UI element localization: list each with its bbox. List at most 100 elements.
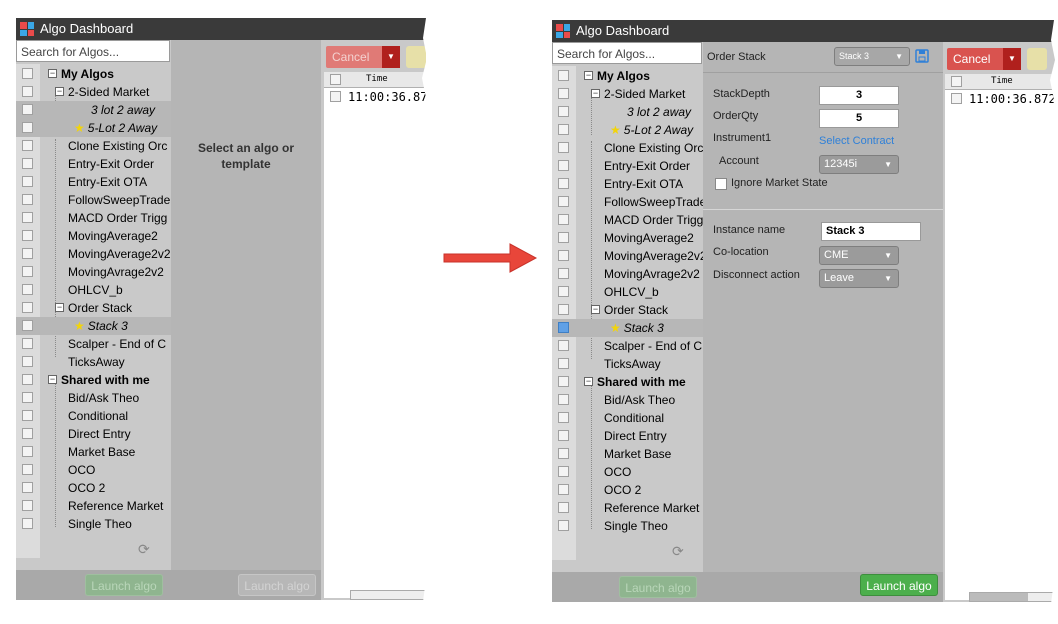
tree-item-bidask[interactable]: Bid/Ask Theo bbox=[16, 389, 171, 407]
row-checkbox[interactable] bbox=[22, 392, 33, 403]
scrollbar[interactable] bbox=[350, 590, 426, 600]
row-checkbox[interactable] bbox=[558, 376, 569, 387]
row-checkbox[interactable] bbox=[558, 106, 569, 117]
row-checkbox[interactable] bbox=[22, 230, 33, 241]
disconnect-action-select[interactable]: Leave ▼ bbox=[819, 269, 899, 288]
collapse-icon[interactable]: − bbox=[591, 305, 600, 314]
row-checkbox[interactable] bbox=[558, 88, 569, 99]
row-checkbox[interactable] bbox=[951, 93, 962, 104]
row-checkbox[interactable] bbox=[558, 484, 569, 495]
collapse-icon[interactable]: − bbox=[55, 303, 64, 312]
tree-item-market-base[interactable]: Market Base bbox=[552, 445, 707, 463]
tree-item-entry-exit-ota[interactable]: Entry-Exit OTA bbox=[16, 173, 171, 191]
row-checkbox[interactable] bbox=[558, 142, 569, 153]
row-checkbox[interactable] bbox=[22, 248, 33, 259]
tree-item-order-stack[interactable]: − Order Stack bbox=[552, 301, 707, 319]
tree-item-oco[interactable]: OCO bbox=[16, 461, 171, 479]
row-checkbox[interactable] bbox=[558, 160, 569, 171]
row-checkbox[interactable] bbox=[558, 448, 569, 459]
search-input[interactable]: Search for Algos... bbox=[552, 42, 702, 64]
tree-item-scalper[interactable]: Scalper - End of C bbox=[552, 337, 707, 355]
tree-item-oco[interactable]: OCO bbox=[552, 463, 707, 481]
row-checkbox[interactable] bbox=[558, 358, 569, 369]
tree-item-reference[interactable]: Reference Market bbox=[16, 497, 171, 515]
tree-item-stack-3[interactable]: ★ Stack 3 bbox=[552, 319, 707, 337]
row-checkbox[interactable] bbox=[558, 178, 569, 189]
tree-item-direct[interactable]: Direct Entry bbox=[552, 427, 707, 445]
tree-item-ticksaway[interactable]: TicksAway bbox=[16, 353, 171, 371]
row-checkbox[interactable] bbox=[558, 250, 569, 261]
row-checkbox[interactable] bbox=[22, 446, 33, 457]
colocation-select[interactable]: CME ▼ bbox=[819, 246, 899, 265]
tree-item-ohlcv[interactable]: OHLCV_b bbox=[16, 281, 171, 299]
collapse-icon[interactable]: − bbox=[591, 89, 600, 98]
tree-item-5-lot-2-away[interactable]: ★ 5-Lot 2 Away bbox=[552, 121, 707, 139]
tree-item-single-theo[interactable]: Single Theo bbox=[552, 517, 707, 535]
stack-select[interactable]: Stack 3 ▼ bbox=[834, 47, 910, 66]
orderqty-input[interactable]: 5 bbox=[819, 109, 899, 128]
table-row[interactable]: 11:00:36.872 bbox=[945, 90, 1058, 108]
row-checkbox[interactable] bbox=[558, 322, 569, 333]
row-checkbox[interactable] bbox=[558, 520, 569, 531]
scrollbar[interactable] bbox=[969, 592, 1058, 602]
row-checkbox[interactable] bbox=[558, 394, 569, 405]
row-checkbox[interactable] bbox=[558, 286, 569, 297]
search-input[interactable]: Search for Algos... bbox=[16, 40, 170, 62]
launch-algo-button[interactable]: Launch algo bbox=[85, 574, 163, 596]
tree-item-5-lot-2-away[interactable]: ★ 5-Lot 2 Away bbox=[16, 119, 171, 137]
tree-item-scalper[interactable]: Scalper - End of C bbox=[16, 335, 171, 353]
tree-item-entry-exit[interactable]: Entry-Exit Order bbox=[552, 157, 707, 175]
instance-name-input[interactable]: Stack 3 bbox=[821, 222, 921, 241]
ignore-market-state-checkbox[interactable] bbox=[715, 178, 727, 190]
row-checkbox[interactable] bbox=[22, 356, 33, 367]
tree-group-my-algos[interactable]: − My Algos bbox=[16, 65, 171, 83]
tree-item-oco2[interactable]: OCO 2 bbox=[552, 481, 707, 499]
tree-item-2-sided-market[interactable]: −2-Sided Market bbox=[16, 83, 171, 101]
row-checkbox[interactable] bbox=[22, 518, 33, 529]
tree-item-3-lot-2-away[interactable]: 3 lot 2 away bbox=[16, 101, 171, 119]
row-checkbox[interactable] bbox=[558, 466, 569, 477]
row-checkbox[interactable] bbox=[558, 214, 569, 225]
tree-item-ma2v2[interactable]: MovingAverage2v2 bbox=[16, 245, 171, 263]
collapse-icon[interactable]: − bbox=[48, 375, 57, 384]
collapse-icon[interactable]: − bbox=[48, 69, 57, 78]
tree-item-conditional[interactable]: Conditional bbox=[552, 409, 707, 427]
tree-item-ma2[interactable]: MovingAverage2 bbox=[16, 227, 171, 245]
tree-item-ma2v2[interactable]: MovingAverage2v2 bbox=[552, 247, 707, 265]
row-checkbox[interactable] bbox=[22, 320, 33, 331]
row-checkbox[interactable] bbox=[558, 502, 569, 513]
launch-algo-button[interactable]: Launch algo bbox=[860, 574, 938, 596]
tree-group-my-algos[interactable]: − My Algos bbox=[552, 67, 707, 85]
tree-item-entry-exit[interactable]: Entry-Exit Order bbox=[16, 155, 171, 173]
tree-item-stack-3[interactable]: ★ Stack 3 bbox=[16, 317, 171, 335]
save-icon[interactable] bbox=[915, 49, 929, 63]
tree-item-ma2[interactable]: MovingAverage2 bbox=[552, 229, 707, 247]
tree-item-mavrage[interactable]: MovingAvrage2v2 bbox=[16, 263, 171, 281]
tree-item-entry-exit-ota[interactable]: Entry-Exit OTA bbox=[552, 175, 707, 193]
select-contract-link[interactable]: Select Contract bbox=[819, 135, 894, 147]
row-checkbox[interactable] bbox=[22, 266, 33, 277]
cancel-dropdown-icon[interactable]: ▼ bbox=[1003, 48, 1021, 70]
row-checkbox[interactable] bbox=[22, 176, 33, 187]
row-checkbox[interactable] bbox=[22, 410, 33, 421]
tree-item-clone[interactable]: Clone Existing Orc bbox=[16, 137, 171, 155]
tree-item-2-sided-market[interactable]: −2-Sided Market bbox=[552, 85, 707, 103]
row-checkbox[interactable] bbox=[330, 91, 341, 102]
row-checkbox[interactable] bbox=[22, 104, 33, 115]
header-checkbox[interactable] bbox=[951, 76, 962, 87]
toolbar-chip[interactable] bbox=[1027, 48, 1047, 70]
tree-item-macd[interactable]: MACD Order Trigg bbox=[16, 209, 171, 227]
tree-item-reference[interactable]: Reference Market bbox=[552, 499, 707, 517]
row-checkbox[interactable] bbox=[558, 340, 569, 351]
tree-group-shared[interactable]: − Shared with me bbox=[552, 373, 707, 391]
row-checkbox[interactable] bbox=[22, 338, 33, 349]
row-checkbox[interactable] bbox=[22, 482, 33, 493]
row-checkbox[interactable] bbox=[558, 196, 569, 207]
refresh-icon[interactable]: ⟳ bbox=[672, 543, 684, 560]
row-checkbox[interactable] bbox=[558, 124, 569, 135]
row-checkbox[interactable] bbox=[22, 122, 33, 133]
table-row[interactable]: 11:00:36.87 bbox=[324, 88, 426, 106]
tree-item-mavrage[interactable]: MovingAvrage2v2 bbox=[552, 265, 707, 283]
tree-item-ohlcv[interactable]: OHLCV_b bbox=[552, 283, 707, 301]
header-checkbox[interactable] bbox=[330, 74, 341, 85]
